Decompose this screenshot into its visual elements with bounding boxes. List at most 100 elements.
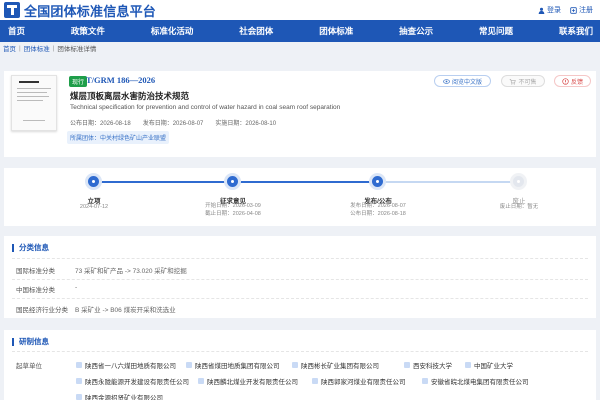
standard-dates: 公布日期：2026-08-18 发布日期：2026-08-07 实施日期：202… [70, 118, 276, 127]
bullet-icon [422, 378, 428, 384]
classification-row: 国民经济行业分类 B 采矿业 -> B06 煤炭开采和洗选业 [16, 304, 176, 314]
login-link[interactable]: 登录 [538, 5, 561, 15]
read-button-label: 阅览中文版 [451, 79, 482, 86]
nav-item-contact[interactable]: 联系我们 [559, 25, 593, 37]
not-for-sale-button[interactable]: 不可售 [501, 75, 545, 87]
timeline-node-repeal [510, 173, 527, 190]
buy-button-label: 不可售 [518, 79, 537, 86]
register-link[interactable]: 注册 [570, 5, 593, 15]
breadcrumb: 首页 | 团体标准 | 团体标准详情 [0, 42, 600, 54]
drafting-unit: 陕西省一八六煤田地质有限公司 [76, 360, 176, 370]
drafting-unit-label: 陕西郭家河煤业有限责任公司 [321, 379, 406, 386]
drafting-unit: 安徽省皖北煤电集团有限责任公司 [422, 376, 529, 386]
organization-tag[interactable]: 所属团体：中关村绿色矿山产业联盟 [67, 131, 170, 144]
read-chinese-button[interactable]: 阅览中文版 [434, 75, 491, 87]
breadcrumb-home[interactable]: 首页 [3, 43, 16, 53]
thumbnail-line [17, 96, 49, 97]
standard-card: 现行 T/GRM 186—2026 煤层顶板离层水害防治技术规范 Technic… [4, 71, 596, 157]
logo-icon [4, 2, 20, 18]
account-links: 登录 注册 [538, 5, 593, 15]
drafting-unit-label: 中国矿业大学 [474, 363, 513, 370]
nav-item-standards[interactable]: 团体标准 [319, 25, 353, 37]
user-icon [538, 7, 545, 14]
thumbnail-line [17, 92, 47, 93]
thumbnail-line [17, 88, 51, 89]
classification-key: 国际标准分类 [16, 268, 55, 275]
timeline-date: 公布日期：2026-08-18 [350, 211, 406, 217]
divider [12, 351, 588, 352]
divider [12, 258, 588, 259]
login-label: 登录 [547, 7, 561, 14]
timeline-node-initiation [85, 173, 102, 190]
bullet-icon [76, 378, 82, 384]
nav-item-inspection[interactable]: 抽查公示 [399, 25, 433, 37]
release-date: 发布日期：2026-08-07 [142, 121, 204, 127]
bullet-icon [404, 362, 410, 368]
brand[interactable]: 全国团体标准信息平台 [4, 1, 156, 20]
nav-item-policy[interactable]: 政策文件 [71, 25, 105, 37]
drafting-unit-label: 陕西彬长矿业集团有限公司 [301, 363, 379, 370]
nav-item-groups[interactable]: 社会团体 [239, 25, 273, 37]
standard-code: T/GRM 186—2026 [86, 75, 156, 85]
drafting-unit: 中国矿业大学 [465, 360, 513, 370]
classification-row: 中国标准分类 - [16, 284, 77, 294]
bullet-icon [292, 362, 298, 368]
register-icon [570, 6, 577, 14]
classification-row: 国际标准分类 73 采矿和矿产品 -> 73.020 采矿和挖掘 [16, 265, 187, 275]
drafting-unit: 陕西郭家河煤业有限责任公司 [312, 376, 406, 386]
classification-value: B 采矿业 -> B06 煤炭开采和洗选业 [75, 307, 176, 314]
classification-heading: 分类信息 [12, 244, 49, 252]
drafting-unit: 陕西麟北煤业开发有限责任公司 [198, 376, 298, 386]
register-label: 注册 [579, 7, 593, 14]
eye-icon [443, 78, 450, 84]
drafting-unit-label: 陕西金源招贤矿业有限公司 [85, 395, 163, 400]
publish-date: 公布日期：2026-08-18 [70, 121, 131, 127]
drafting-unit: 陕西省煤田地质集团有限公司 [186, 360, 280, 370]
bullet-icon [465, 362, 471, 368]
timeline-dates-repeal: 废止日期：暂无 [479, 203, 559, 211]
timeline-date: 发布日期：2026-08-07 [350, 203, 406, 209]
divider [12, 279, 588, 280]
timeline-dates-release: 发布日期：2026-08-07 公布日期：2026-08-18 [338, 202, 418, 218]
thumbnail-title-bar [19, 81, 39, 83]
timeline-card: 立项 2024-07-12 征求意见 开始日期：2026-03-09 截止日期：… [4, 168, 596, 226]
site-title: 全国团体标准信息平台 [24, 3, 157, 19]
classification-value: - [75, 284, 78, 291]
bullet-icon [76, 362, 82, 368]
drafting-heading: 研制信息 [12, 338, 49, 346]
status-badge: 现行 [69, 76, 88, 87]
nav-item-activities[interactable]: 标准化活动 [151, 25, 194, 37]
classification-card: 分类信息 国际标准分类 73 采矿和矿产品 -> 73.020 采矿和挖掘 中国… [4, 236, 596, 318]
document-thumbnail[interactable] [11, 75, 57, 131]
drafting-unit-label: 陕西省煤田地质集团有限公司 [195, 363, 280, 370]
drafting-unit-label: 陕西省一八六煤田地质有限公司 [85, 363, 176, 370]
bullet-icon [186, 362, 192, 368]
classification-key: 国民经济行业分类 [16, 307, 68, 314]
classification-value: 73 采矿和矿产品 -> 73.020 采矿和挖掘 [75, 268, 187, 275]
bullet-icon [198, 378, 204, 384]
thumbnail-line [17, 100, 43, 101]
cart-icon [510, 78, 517, 85]
breadcrumb-current: 团体标准详情 [57, 46, 97, 53]
top-bar: 全国团体标准信息平台 登录 注册 [0, 0, 600, 20]
thumbnail-line [23, 120, 45, 121]
feedback-button[interactable]: 反馈 [554, 75, 591, 87]
drafting-unit-label: 西安科技大学 [413, 363, 452, 370]
nav-item-faq[interactable]: 常见问题 [479, 25, 513, 37]
timeline-date: 开始日期：2026-03-09 [205, 203, 261, 209]
bullet-icon [312, 378, 318, 384]
drafting-unit: 陕西彬长矿业集团有限公司 [292, 360, 379, 370]
drafting-unit-label: 陕西永陇能源开发建设有限责任公司 [85, 379, 189, 386]
drafting-unit: 陕西永陇能源开发建设有限责任公司 [76, 376, 189, 386]
timeline-dates-initiation: 2024-07-12 [54, 203, 134, 211]
breadcrumb-standards[interactable]: 团体标准 [24, 43, 50, 53]
standard-english-title: Technical specification for prevention a… [70, 104, 341, 111]
timeline-date: 废止日期：暂无 [499, 204, 539, 210]
drafting-units-label: 起草单位 [16, 363, 42, 370]
classification-key: 中国标准分类 [16, 287, 55, 294]
timeline-node-consultation [224, 173, 241, 190]
timeline-node-release [369, 173, 386, 190]
nav-item-home[interactable]: 首页 [8, 25, 25, 37]
feedback-button-label: 反馈 [570, 79, 583, 86]
breadcrumb-separator: | [52, 44, 55, 52]
